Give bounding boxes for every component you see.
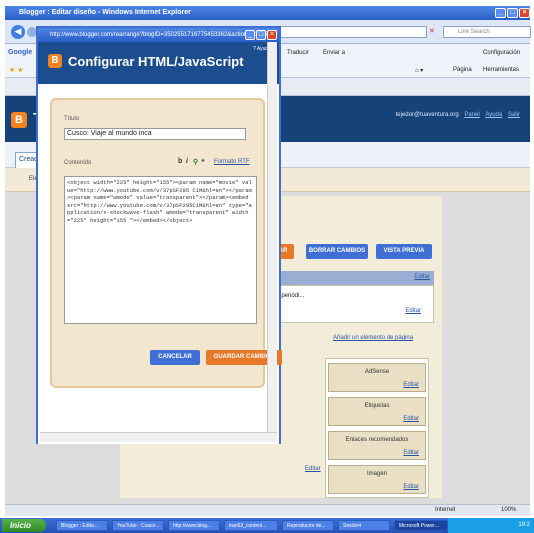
add-gadget-link[interactable]: Añadir un elemento de página	[333, 335, 413, 341]
edit-gadget-link[interactable]: Editar	[403, 450, 419, 456]
page-menu[interactable]: Página	[453, 67, 472, 73]
rich-text-link[interactable]: Formato RTF	[214, 159, 250, 165]
maximize-icon[interactable]: □	[507, 8, 518, 18]
gadget-adsense[interactable]: AdSense Editar	[328, 363, 426, 392]
close-icon[interactable]: ×	[519, 8, 530, 18]
browser-title: Blogger : Editar diseño - Windows Intern…	[19, 9, 191, 16]
popup-url: http://www.blogger.com/rearrange?blogID=…	[50, 32, 276, 38]
logout-link[interactable]: Salir	[508, 112, 520, 118]
task-player[interactable]: Reproductor de...	[282, 520, 334, 531]
title-input[interactable]: Cusco: Viaje al mundo inca	[64, 128, 246, 140]
dialog-form: Título Cusco: Viaje al mundo inca Conten…	[50, 98, 282, 388]
popup-maximize-icon[interactable]: □	[256, 30, 266, 40]
popup-horizontal-scrollbar[interactable]	[40, 432, 277, 442]
gadget-labels[interactable]: Etiquetas Editar	[328, 397, 426, 426]
taskbar: Inicio Blogger : Edita... YouTube - Cusc…	[0, 518, 534, 533]
task-youtube[interactable]: YouTube - Cusco...	[112, 520, 164, 531]
content-textarea[interactable]: <object width="225" height="155"><param …	[64, 176, 257, 324]
gadget-label: AdSense	[364, 369, 390, 375]
content-label: Contenido	[64, 160, 92, 166]
stop-icon[interactable]: ✕	[429, 27, 435, 35]
italic-button[interactable]: i	[186, 158, 188, 165]
start-button[interactable]: Inicio	[2, 519, 46, 532]
gadget-label: Etiquetas	[364, 403, 390, 409]
title-label: Título	[64, 116, 80, 122]
favorites-star-icon[interactable]: ★ ★	[9, 66, 24, 74]
blogger-logo-icon: B	[48, 54, 62, 68]
back-icon[interactable]: ◀	[11, 25, 25, 39]
task-tran[interactable]: tran63_conteni...	[224, 520, 278, 531]
task-powerpoint[interactable]: Microsoft Power...	[394, 520, 448, 531]
clear-changes-button[interactable]: BORRAR CAMBIOS	[306, 244, 368, 259]
home-icon[interactable]: ⌂ ▾	[415, 67, 423, 74]
browser-title-bar: Blogger : Editar diseño - Windows Intern…	[5, 6, 530, 20]
settings-button[interactable]: Configuración	[483, 50, 520, 56]
edit-gadget-link[interactable]: Editar	[403, 416, 419, 422]
google-logo: Google	[8, 49, 33, 56]
task-blogger[interactable]: Blogger : Edita...	[56, 520, 108, 531]
edit-gadget-link[interactable]: Editar	[403, 382, 419, 388]
post-gadget: s, periódi... Editar	[270, 285, 434, 323]
popup-window: http://www.blogger.com/rearrange?blogID=…	[36, 26, 282, 444]
tools-menu[interactable]: Herramientas	[483, 67, 519, 73]
popup-body: B Configurar HTML/JavaScript ? Ayuda Tít…	[38, 42, 282, 444]
cancel-button[interactable]: CANCELAR	[150, 350, 200, 365]
user-email: tejedor@tuaventura.org	[395, 112, 459, 118]
zoom-level[interactable]: 100%	[501, 505, 516, 516]
translate-button[interactable]: Traducir	[287, 50, 309, 56]
bold-button[interactable]: b	[178, 158, 182, 165]
preview-button[interactable]: VISTA PREVIA	[376, 244, 432, 259]
popup-title-bar: http://www.blogger.com/rearrange?blogID=…	[38, 28, 279, 42]
gadget-links[interactable]: Enlaces recomendados Editar	[328, 431, 426, 460]
desktop-screen: Blogger : Editar diseño - Windows Intern…	[0, 0, 534, 533]
gadget-image[interactable]: Imagen Editar	[328, 465, 426, 494]
task-session[interactable]: Sesión4	[338, 520, 390, 531]
edit-post-link[interactable]: Editar	[405, 308, 421, 314]
task-blog[interactable]: http://www.blog...	[168, 520, 220, 531]
dialog-header: B Configurar HTML/JavaScript ? Ayuda	[38, 42, 279, 84]
help-link[interactable]: Ayuda	[485, 112, 502, 118]
gadget-label: Imagen	[366, 471, 387, 477]
send-to-button[interactable]: Enviar a	[323, 50, 345, 56]
popup-vertical-scrollbar[interactable]	[267, 42, 277, 442]
link-icon[interactable]: ⚲	[193, 158, 198, 166]
quote-icon[interactable]: ❝	[201, 158, 205, 166]
edit-gadget-link[interactable]: Editar	[403, 484, 419, 490]
user-area: tejedor@tuaventura.org Panel Ayuda Salir	[396, 112, 520, 118]
search-input[interactable]: Live Search	[443, 26, 531, 38]
popup-minimize-icon[interactable]: _	[245, 30, 255, 40]
panel-link[interactable]: Panel	[464, 112, 479, 118]
clock: 19:2	[518, 522, 530, 528]
zone-label: Internet	[435, 507, 456, 513]
gadget-label: Enlaces recomendados	[345, 437, 409, 443]
dialog-title: Configurar HTML/JavaScript	[68, 54, 244, 69]
sidebar-gadgets: AdSense Editar Etiquetas Editar Enlaces …	[325, 358, 429, 498]
system-tray: 19:2	[448, 518, 534, 533]
status-bar: Internet 100%	[5, 504, 530, 516]
popup-close-icon[interactable]: ×	[267, 30, 277, 40]
edit-header-link[interactable]: Editar	[414, 274, 430, 280]
minimize-icon[interactable]: _	[495, 8, 506, 18]
blogger-logo: B	[11, 112, 27, 128]
edit-footer-link[interactable]: Editar	[305, 466, 321, 472]
header-gadget: Editar	[270, 271, 434, 285]
